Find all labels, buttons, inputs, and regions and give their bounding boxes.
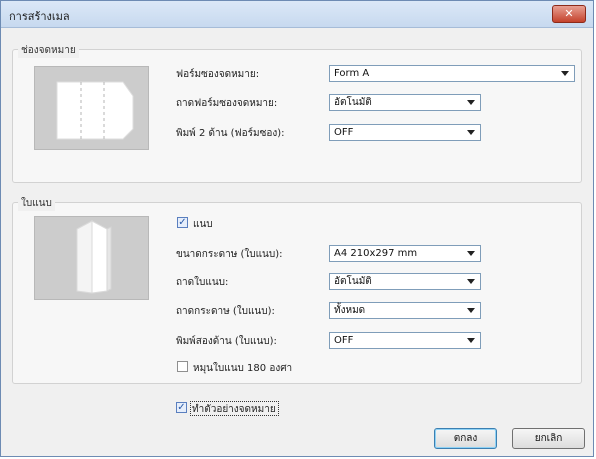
envelope-preview xyxy=(34,66,149,150)
insert-duplex-label: พิมพ์สองด้าน (ใบแนบ): xyxy=(176,336,277,347)
insert-group-label: ใบแนบ xyxy=(18,196,55,211)
chevron-down-icon xyxy=(467,279,475,284)
sample-mail-checkbox[interactable]: ✓ xyxy=(176,402,187,413)
envelope-group-label: ช่องจดหมาย xyxy=(18,43,79,58)
close-icon: ✕ xyxy=(564,7,574,20)
chevron-down-icon xyxy=(467,100,475,105)
attach-label: แนบ xyxy=(193,219,213,230)
insert-tray-dropdown[interactable]: อัตโนมัติ xyxy=(329,273,481,290)
insert-paper-size-label: ขนาดกระดาษ (ใบแนบ): xyxy=(176,249,283,260)
chevron-down-icon xyxy=(467,251,475,256)
insert-duplex-dropdown[interactable]: OFF xyxy=(329,332,481,349)
folded-letter-icon xyxy=(76,220,112,294)
mail-creation-dialog: การสร้างเมล ✕ ช่องจดหมาย ฟอร์มซองจดหมาย:… xyxy=(0,0,594,457)
insert-preview xyxy=(34,216,149,300)
insert-paper-size-value: A4 210x297 mm xyxy=(334,248,418,259)
envelope-tray-label: ถาดฟอร์มซองจดหมาย: xyxy=(176,98,278,109)
rotate-insert-label: หมุนใบแนบ 180 องศา xyxy=(193,363,293,374)
insert-tray-value: อัตโนมัติ xyxy=(334,276,372,287)
insert-paper-tray-label: ถาดกระดาษ (ใบแนบ): xyxy=(176,306,275,317)
insert-duplex-value: OFF xyxy=(334,335,354,346)
envelope-duplex-value: OFF xyxy=(334,127,354,138)
attach-checkbox[interactable]: ✓ xyxy=(177,217,188,228)
chevron-down-icon xyxy=(561,71,569,76)
envelope-form-dropdown[interactable]: Form A xyxy=(329,65,575,82)
insert-tray-label: ถาดใบแนบ: xyxy=(176,277,229,288)
chevron-down-icon xyxy=(467,130,475,135)
insert-paper-tray-value: ทั้งหมด xyxy=(334,305,366,316)
insert-paper-size-dropdown[interactable]: A4 210x297 mm xyxy=(329,245,481,262)
chevron-down-icon xyxy=(467,308,475,313)
envelope-fold-icon xyxy=(56,81,134,140)
title-bar[interactable]: การสร้างเมล ✕ xyxy=(1,1,593,28)
cancel-button[interactable]: ยกเลิก xyxy=(512,428,585,449)
chevron-down-icon xyxy=(467,338,475,343)
close-button[interactable]: ✕ xyxy=(552,5,586,23)
ok-button[interactable]: ตกลง xyxy=(434,428,497,449)
insert-paper-tray-dropdown[interactable]: ทั้งหมด xyxy=(329,302,481,319)
envelope-duplex-label: พิมพ์ 2 ด้าน (ฟอร์มซอง): xyxy=(176,128,285,139)
insert-group: ใบแนบ ✓ แนบ ขนาดกระดาษ (ใบแนบ): A4 210x2… xyxy=(12,196,582,384)
envelope-tray-value: อัตโนมัติ xyxy=(334,97,372,108)
dialog-title: การสร้างเมล xyxy=(9,10,70,23)
envelope-form-label: ฟอร์มซองจดหมาย: xyxy=(176,69,260,80)
envelope-group: ช่องจดหมาย ฟอร์มซองจดหมาย: Form A ถาดฟอร… xyxy=(12,43,582,183)
envelope-tray-dropdown[interactable]: อัตโนมัติ xyxy=(329,94,481,111)
envelope-duplex-dropdown[interactable]: OFF xyxy=(329,124,481,141)
rotate-insert-checkbox[interactable] xyxy=(177,361,188,372)
envelope-form-value: Form A xyxy=(334,68,370,79)
sample-mail-label: ทำตัวอย่างจดหมาย xyxy=(192,404,276,415)
